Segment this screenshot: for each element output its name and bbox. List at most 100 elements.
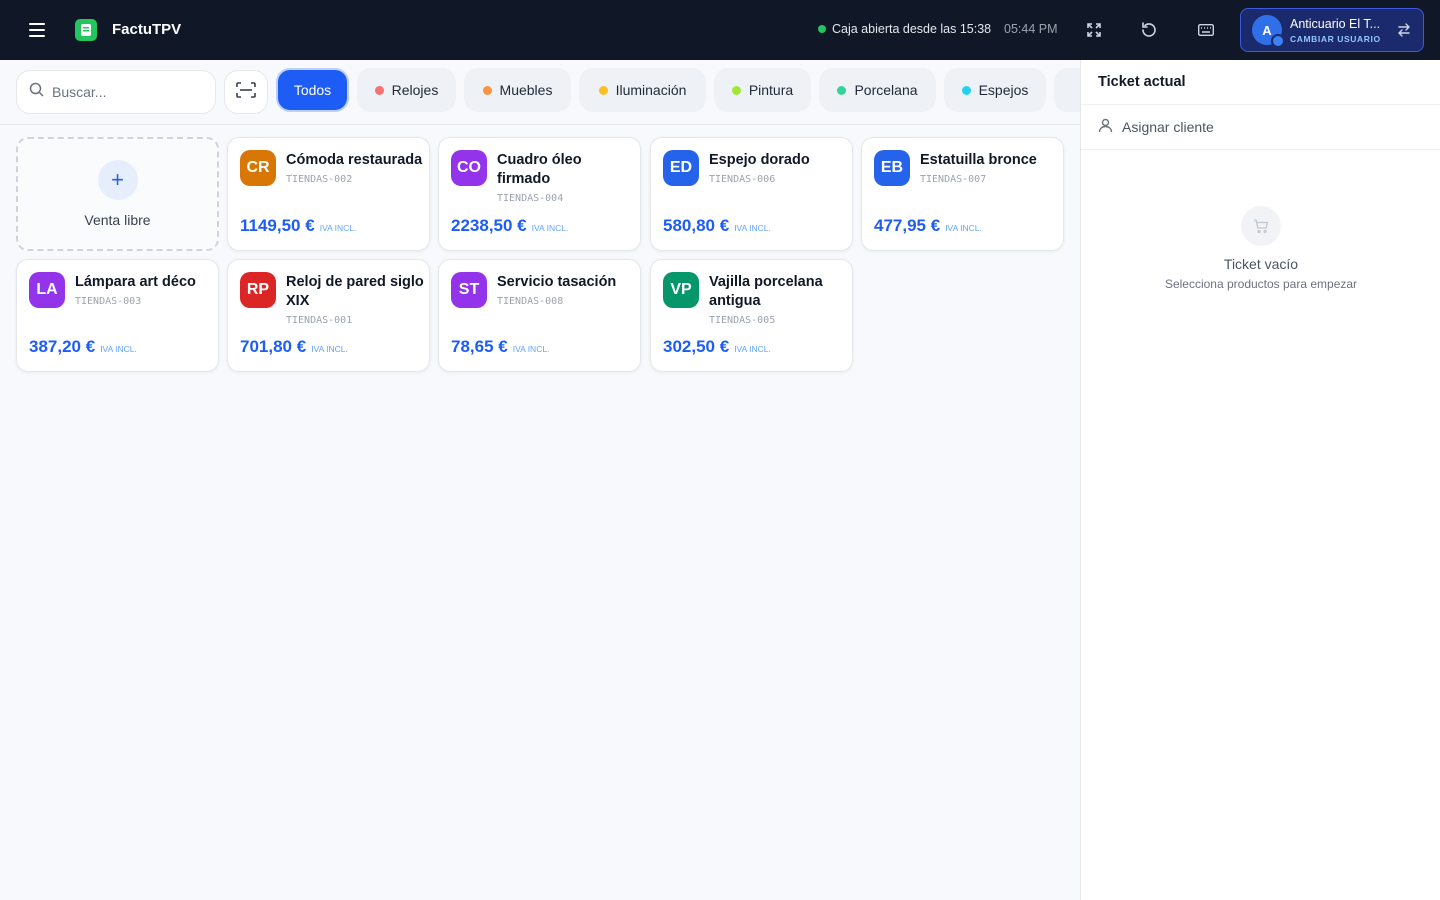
product-card[interactable]: CR Cómoda restaurada TIENDAS-002 1149,50… bbox=[227, 137, 430, 251]
category-chip-porcelana[interactable]: Porcelana bbox=[819, 68, 936, 112]
product-sku: TIENDAS-005 bbox=[709, 315, 776, 326]
tax-label: IVA INCL. bbox=[945, 223, 982, 233]
product-price: 78,65 € bbox=[451, 337, 508, 356]
product-card[interactable]: ST Servicio tasación TIENDAS-008 78,65 €… bbox=[438, 259, 641, 372]
swap-arrows-icon bbox=[1397, 23, 1411, 42]
category-chip-muebles[interactable]: Muebles bbox=[464, 68, 571, 112]
search-input[interactable] bbox=[52, 84, 202, 100]
category-label: Iluminación bbox=[615, 82, 687, 98]
avatar-initial: A bbox=[1262, 22, 1272, 38]
plus-icon: + bbox=[97, 160, 138, 200]
free-sale-card[interactable]: + Venta libre bbox=[16, 137, 219, 251]
refresh-icon[interactable] bbox=[1137, 18, 1161, 42]
product-initials-badge: CR bbox=[240, 150, 276, 186]
top-bar: FactuTPV Caja abierta desde las 15:38 05… bbox=[0, 0, 1440, 60]
product-sku: TIENDAS-003 bbox=[75, 296, 142, 307]
tax-label: IVA INCL. bbox=[100, 344, 137, 354]
category-dot-icon bbox=[731, 85, 741, 95]
divider bbox=[1081, 104, 1440, 105]
product-sku: TIENDAS-006 bbox=[709, 174, 776, 185]
user-switch-button[interactable]: A Anticuario El T... CAMBIAR USUARIO bbox=[1240, 8, 1424, 52]
product-sku: TIENDAS-001 bbox=[286, 315, 353, 326]
product-initials-badge: CO bbox=[451, 150, 487, 186]
product-price: 1149,50 € bbox=[240, 216, 315, 235]
product-name: Cómoda restaurada bbox=[286, 152, 423, 168]
product-name: Espejo dorado bbox=[709, 152, 810, 168]
category-label: Pintura bbox=[748, 82, 794, 98]
product-name: Vajilla porcelana antigua bbox=[709, 274, 823, 309]
category-label: Porcelana bbox=[854, 82, 918, 98]
barcode-scan-button[interactable] bbox=[224, 70, 268, 114]
product-sku: TIENDAS-002 bbox=[286, 174, 353, 185]
empty-ticket-subtitle: Selecciona productos para empezar bbox=[1164, 277, 1358, 291]
cart-icon bbox=[1241, 206, 1281, 246]
category-chip-pintura[interactable]: Pintura bbox=[714, 68, 811, 112]
user-icon bbox=[1098, 118, 1113, 136]
category-dot-icon bbox=[374, 85, 384, 95]
product-initials-badge: EB bbox=[874, 150, 910, 186]
ticket-title: Ticket actual bbox=[1098, 74, 1186, 90]
search-box[interactable] bbox=[16, 70, 216, 114]
assign-client-button[interactable]: Asignar cliente bbox=[1098, 118, 1214, 136]
app-brand: FactuTPV bbox=[112, 21, 182, 38]
product-name: Estatuilla bronce bbox=[920, 152, 1037, 168]
product-name: Cuadro óleo firmado bbox=[497, 152, 582, 187]
product-name: Lámpara art déco bbox=[75, 274, 196, 290]
category-chip-relojes[interactable]: Relojes bbox=[357, 68, 456, 112]
product-card[interactable]: ED Espejo dorado TIENDAS-006 580,80 € IVA… bbox=[650, 137, 853, 251]
tax-label: IVA INCL. bbox=[311, 344, 348, 354]
product-initials-badge: RP bbox=[240, 272, 276, 308]
product-price: 701,80 € bbox=[240, 337, 307, 356]
product-sku: TIENDAS-007 bbox=[920, 174, 987, 185]
avatar: A bbox=[1252, 15, 1285, 48]
product-name: Reloj de pared siglo XIX bbox=[286, 274, 424, 309]
register-status: Caja abierta desde las 15:38 bbox=[818, 22, 991, 36]
product-name: Servicio tasación bbox=[497, 274, 617, 290]
free-sale-label: Venta libre bbox=[84, 212, 151, 228]
product-card[interactable]: LA Lámpara art déco TIENDAS-003 387,20 €… bbox=[16, 259, 219, 372]
product-card[interactable]: VP Vajilla porcelana antigua TIENDAS-005… bbox=[650, 259, 853, 372]
category-dot-icon bbox=[961, 85, 971, 95]
status-dot-icon bbox=[818, 25, 826, 33]
category-label: Relojes bbox=[391, 82, 439, 98]
category-chip-todos[interactable]: Todos bbox=[276, 68, 349, 112]
empty-ticket-title: Ticket vacío bbox=[1223, 256, 1299, 272]
category-dot-icon bbox=[598, 85, 608, 95]
menu-icon[interactable] bbox=[24, 18, 52, 42]
scan-icon bbox=[236, 81, 256, 103]
product-toolbar: Todos Relojes Muebles Iluminación Pintur… bbox=[0, 60, 1080, 125]
category-label: Todos bbox=[293, 82, 332, 98]
category-chip-iluminacion[interactable]: Iluminación bbox=[579, 68, 706, 112]
assign-client-label: Asignar cliente bbox=[1122, 119, 1214, 135]
product-initials-badge: LA bbox=[29, 272, 65, 308]
product-card[interactable]: RP Reloj de pared siglo XIX TIENDAS-001 … bbox=[227, 259, 430, 372]
search-icon bbox=[29, 82, 44, 102]
tax-label: IVA INCL. bbox=[734, 223, 771, 233]
product-card[interactable]: EB Estatuilla bronce TIENDAS-007 477,95 … bbox=[861, 137, 1064, 251]
category-chip-overflow[interactable] bbox=[1054, 68, 1080, 112]
tax-label: IVA INCL. bbox=[531, 223, 569, 233]
category-label: Espejos bbox=[978, 82, 1029, 98]
fullscreen-icon[interactable] bbox=[1082, 18, 1106, 42]
switch-badge-icon bbox=[1271, 34, 1285, 48]
product-card[interactable]: CO Cuadro óleo firmado TIENDAS-004 2238,… bbox=[438, 137, 641, 251]
product-price: 2238,50 € bbox=[451, 216, 527, 235]
category-dot-icon bbox=[482, 85, 492, 95]
tax-label: IVA INCL. bbox=[734, 344, 771, 354]
product-sku: TIENDAS-008 bbox=[497, 296, 564, 307]
user-name: Anticuario El T... bbox=[1290, 16, 1381, 31]
product-price: 302,50 € bbox=[663, 337, 730, 356]
tax-label: IVA INCL. bbox=[512, 344, 550, 354]
tax-label: IVA INCL. bbox=[319, 223, 357, 233]
category-chip-espejos[interactable]: Espejos bbox=[944, 68, 1046, 112]
status-text: Caja abierta desde las 15:38 bbox=[832, 22, 992, 36]
category-label: Muebles bbox=[499, 82, 553, 98]
keyboard-icon[interactable] bbox=[1194, 18, 1218, 42]
ticket-panel: Ticket actual Asignar cliente Ticket vac… bbox=[1080, 60, 1440, 900]
user-action-label: CAMBIAR USUARIO bbox=[1290, 33, 1381, 44]
product-price: 580,80 € bbox=[663, 216, 730, 235]
divider bbox=[1081, 149, 1440, 150]
product-price: 477,95 € bbox=[874, 216, 941, 235]
category-dot-icon bbox=[837, 85, 847, 95]
clock: 05:44 PM bbox=[1004, 22, 1058, 36]
